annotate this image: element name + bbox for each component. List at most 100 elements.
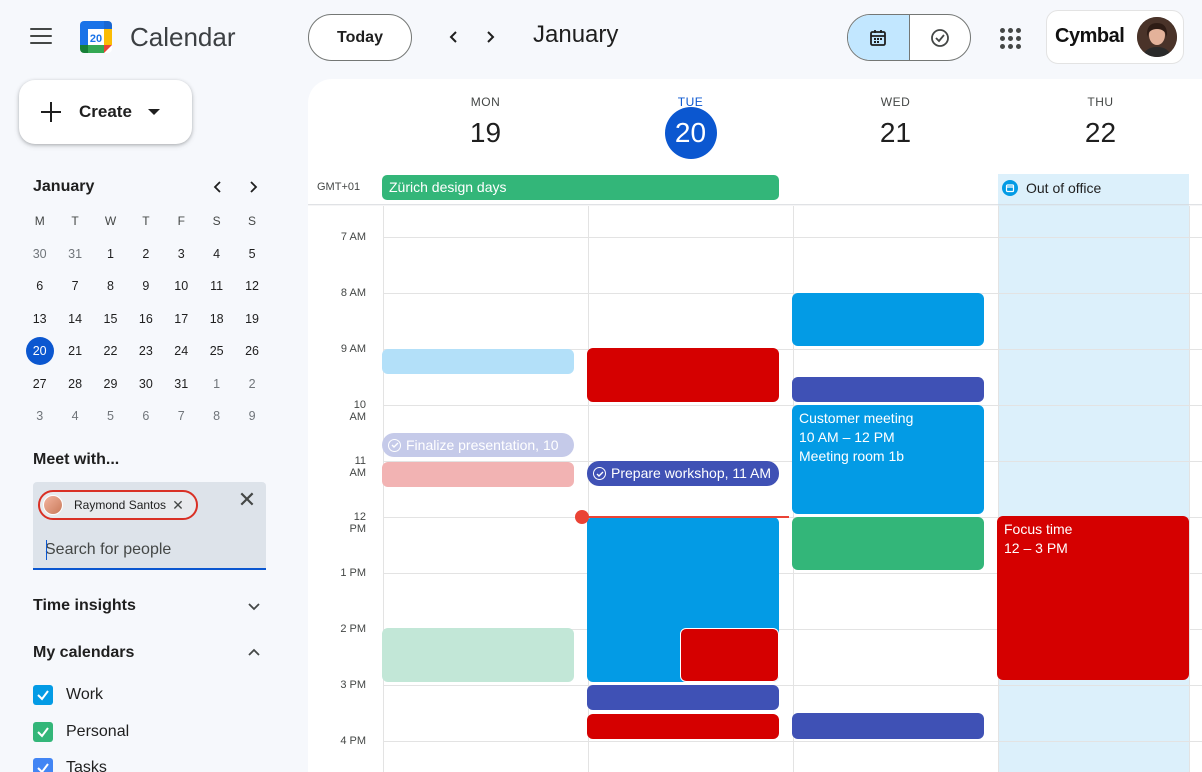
calendar-item-personal[interactable]: Personal xyxy=(33,721,129,743)
text-cursor xyxy=(46,540,47,560)
mini-day[interactable]: 10 xyxy=(164,272,199,300)
mini-day[interactable]: 14 xyxy=(57,305,92,333)
day-header-thu[interactable]: THU 22 xyxy=(998,95,1202,167)
mini-day[interactable]: 3 xyxy=(22,402,57,430)
person-chip-name: Raymond Santos xyxy=(74,498,167,512)
mini-day[interactable]: 13 xyxy=(22,305,57,333)
mini-day[interactable]: 2 xyxy=(128,240,163,268)
mini-day-today[interactable]: 20 xyxy=(22,337,57,366)
mini-day[interactable]: 27 xyxy=(22,370,57,398)
tasks-view-button[interactable] xyxy=(910,15,971,60)
calendar-event[interactable] xyxy=(587,685,779,710)
calendar-event[interactable] xyxy=(792,293,984,346)
mini-day[interactable]: 28 xyxy=(57,370,92,398)
mini-day[interactable]: 7 xyxy=(57,272,92,300)
mini-day[interactable]: 8 xyxy=(93,272,128,300)
calendar-event[interactable] xyxy=(382,462,574,487)
mini-day[interactable]: 6 xyxy=(22,272,57,300)
calendar-view-button[interactable] xyxy=(848,15,910,60)
search-people-input[interactable] xyxy=(45,538,255,562)
calendar-event[interactable] xyxy=(382,349,574,374)
all-day-event[interactable]: Zürich design days xyxy=(382,175,779,200)
mini-calendar-week: 30 31 1 2 3 4 5 xyxy=(22,238,270,271)
calendar-event[interactable] xyxy=(680,628,779,682)
mini-day[interactable]: 11 xyxy=(199,272,234,300)
mini-day[interactable]: 1 xyxy=(199,370,234,398)
previous-week-button[interactable] xyxy=(441,24,467,50)
mini-day[interactable]: 9 xyxy=(234,402,269,430)
account-switcher[interactable]: Cymbal xyxy=(1046,10,1184,64)
chevron-up-icon[interactable] xyxy=(244,643,264,663)
day-divider xyxy=(998,206,999,772)
mini-day[interactable]: 22 xyxy=(93,337,128,365)
mini-day[interactable]: 3 xyxy=(164,240,199,268)
mini-day[interactable]: 29 xyxy=(93,370,128,398)
out-of-office-event[interactable]: Out of office xyxy=(998,176,1189,200)
main-menu-icon[interactable] xyxy=(30,28,52,46)
mini-day[interactable]: 2 xyxy=(234,370,269,398)
next-week-button[interactable] xyxy=(477,24,503,50)
mini-day[interactable]: 8 xyxy=(199,402,234,430)
calendar-icon xyxy=(870,29,887,46)
day-header-tue[interactable]: TUE 20 xyxy=(588,95,793,167)
mini-day[interactable]: 4 xyxy=(199,240,234,268)
mini-day[interactable]: 21 xyxy=(57,337,92,365)
day-number-today: 20 xyxy=(664,107,717,159)
close-icon[interactable]: ✕ xyxy=(236,489,258,512)
calendar-event[interactable] xyxy=(792,713,984,739)
mini-prev-month-button[interactable] xyxy=(208,177,228,197)
mini-day[interactable]: 17 xyxy=(164,305,199,333)
person-chip[interactable]: Raymond Santos ✕ xyxy=(38,490,198,520)
mini-day[interactable]: 15 xyxy=(93,305,128,333)
mini-day[interactable]: 9 xyxy=(128,272,163,300)
mini-day[interactable]: 19 xyxy=(234,305,269,333)
my-calendars-title[interactable]: My calendars xyxy=(33,644,134,662)
mini-day[interactable]: 31 xyxy=(164,370,199,398)
mini-day[interactable]: 23 xyxy=(128,337,163,365)
customer-meeting-event[interactable]: Customer meeting 10 AM – 12 PM Meeting r… xyxy=(792,405,984,514)
mini-day[interactable]: 30 xyxy=(22,240,57,268)
mini-day[interactable]: 12 xyxy=(234,272,269,300)
remove-person-icon[interactable]: ✕ xyxy=(172,497,184,514)
mini-day[interactable]: 30 xyxy=(128,370,163,398)
day-header-wed[interactable]: WED 21 xyxy=(793,95,998,167)
view-toggle xyxy=(847,14,971,61)
hour-label: 1 PM xyxy=(340,567,366,579)
weekday-label: F xyxy=(177,214,185,229)
mini-day[interactable]: 25 xyxy=(199,337,234,365)
user-avatar[interactable] xyxy=(1137,17,1177,57)
mini-day[interactable]: 26 xyxy=(234,337,269,365)
mini-day[interactable]: 7 xyxy=(164,402,199,430)
mini-day[interactable]: 1 xyxy=(93,240,128,268)
calendar-event[interactable] xyxy=(587,714,779,739)
google-apps-icon[interactable] xyxy=(997,25,1021,49)
calendar-event[interactable] xyxy=(792,377,984,402)
calendar-item-work[interactable]: Work xyxy=(33,684,103,706)
time-insights-title[interactable]: Time insights xyxy=(33,597,136,615)
mini-next-month-button[interactable] xyxy=(243,177,263,197)
task-event[interactable]: Finalize presentation, 10 xyxy=(382,433,574,457)
calendar-item-tasks[interactable]: Tasks xyxy=(33,757,107,772)
mini-day[interactable]: 6 xyxy=(128,402,163,430)
weekday-label: W xyxy=(104,214,117,229)
checkbox-checked-icon[interactable] xyxy=(33,685,53,705)
calendar-event[interactable] xyxy=(382,628,574,682)
day-header-mon[interactable]: MON 19 xyxy=(383,95,588,167)
task-event[interactable]: Prepare workshop, 11 AM xyxy=(587,461,779,486)
mini-day[interactable]: 18 xyxy=(199,305,234,333)
mini-day[interactable]: 31 xyxy=(57,240,92,268)
mini-day[interactable]: 5 xyxy=(93,402,128,430)
person-avatar xyxy=(43,495,63,515)
mini-day[interactable]: 16 xyxy=(128,305,163,333)
mini-day[interactable]: 5 xyxy=(234,240,269,268)
chevron-down-icon[interactable] xyxy=(244,596,264,616)
mini-day[interactable]: 24 xyxy=(164,337,199,365)
checkbox-checked-icon[interactable] xyxy=(33,722,53,742)
calendar-event[interactable] xyxy=(587,348,779,402)
checkbox-checked-icon[interactable] xyxy=(33,758,53,772)
mini-day[interactable]: 4 xyxy=(57,402,92,430)
create-button[interactable]: Create xyxy=(19,80,192,144)
focus-time-event[interactable]: Focus time 12 – 3 PM xyxy=(997,516,1189,680)
today-button[interactable]: Today xyxy=(308,14,412,61)
calendar-event[interactable] xyxy=(792,517,984,570)
